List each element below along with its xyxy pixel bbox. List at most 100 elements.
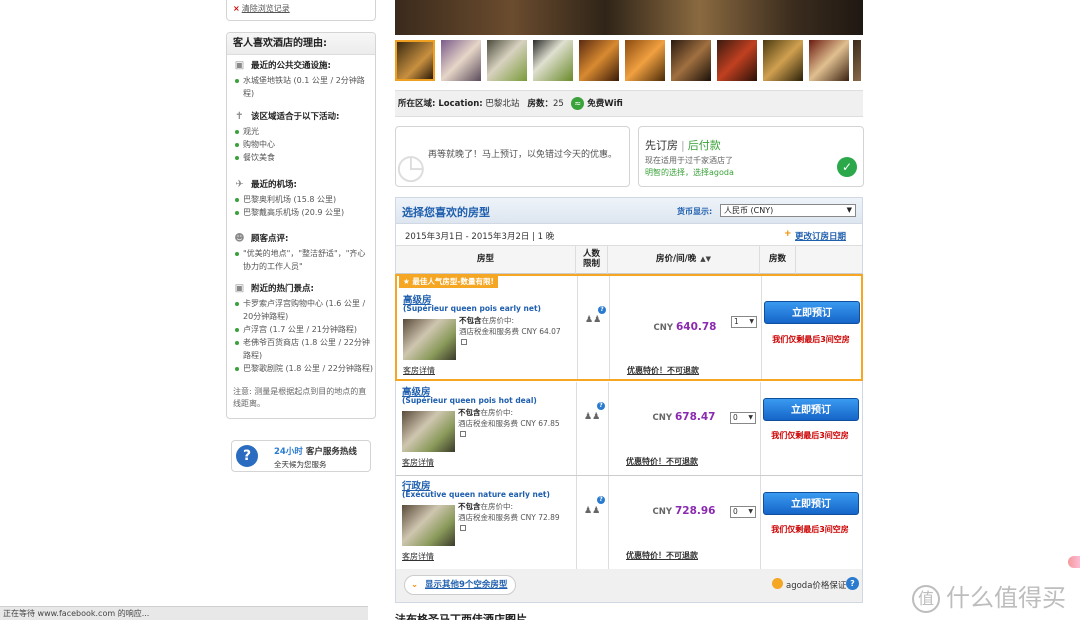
guarantee-icon	[772, 578, 783, 589]
availability-warning: 我们仅剩最后3间空房	[771, 525, 849, 534]
thumbnail[interactable]	[763, 40, 803, 81]
airport-section: ✈ 最近的机场: 巴黎奥利机场 (15.8 公里) 巴黎戴高乐机场 (20.9 公…	[233, 179, 373, 219]
room-price: 678.47	[674, 411, 716, 423]
browser-status-bar: 正在等待 www.facebook.com 的响应...	[0, 606, 368, 620]
camera-icon: ▣	[234, 283, 245, 294]
room-details-link[interactable]: 客房详情	[402, 457, 434, 468]
chevron-down-icon: ⌄	[411, 580, 419, 590]
sort-icon: ▲▼	[700, 255, 711, 263]
room-qty-select[interactable]: 0 ▼	[730, 412, 756, 424]
show-more-rooms-button[interactable]: ⌄ 显示其他9个空余房型	[404, 575, 517, 595]
table-row: 高级房 (Supérieur queen pois hot deal) 不包含在…	[396, 382, 862, 476]
car-icon: ▣	[234, 60, 245, 71]
clock-icon: ◷	[396, 147, 426, 187]
thumbnail[interactable]	[671, 40, 711, 81]
airplane-icon: ✈	[235, 179, 244, 190]
list-item: 购物中心	[233, 138, 373, 151]
terms-link[interactable]: 优惠特价！不可退款	[627, 365, 699, 376]
pay-later-promo: 先订房 | 后付款 现在适用于过千家酒店了 明智的选择，选择agoda ✓	[638, 126, 864, 187]
thumbnail[interactable]	[395, 40, 435, 81]
transport-section: ▣ 最近的公共交通设施: 水城堡地铁站 (0.1 公里 / 2分钟路程)	[233, 60, 373, 100]
room-photo[interactable]	[402, 411, 455, 452]
copy-icon	[461, 339, 467, 345]
thumbnail[interactable]	[717, 40, 757, 81]
book-now-button[interactable]: 立即预订	[764, 301, 860, 324]
two-guests-icon: ♟♟	[585, 315, 602, 325]
room-qty-select[interactable]: 0 ▼	[730, 506, 756, 518]
hotline-box[interactable]: ? 24小时 客户服务热线 全天候为您服务	[231, 440, 371, 472]
room-price: 640.78	[675, 321, 717, 333]
watermark: 值什么值得买	[912, 578, 1066, 613]
help-icon: ?	[236, 445, 258, 467]
book-now-button[interactable]: 立即预订	[763, 398, 859, 421]
list-item: 卢浮宫 (1.7 公里 / 21分钟路程)	[233, 323, 373, 336]
photos-section-title: 法布格圣马丁西佳酒店图片	[395, 613, 527, 620]
table-header: 房型 人数 限制 房价/间/晚 ▲▼ 房数	[396, 246, 862, 274]
room-photo[interactable]	[403, 319, 456, 360]
reasons-title: 客人喜欢酒店的理由:	[227, 33, 375, 55]
activities-section: ✝ 该区域适合于以下活动: 观光 购物中心 餐饮美食	[233, 111, 373, 164]
list-item: 餐饮美食	[233, 151, 373, 164]
table-row: 行政房 (Exécutive queen nature early net) 不…	[396, 476, 862, 570]
reviewer-icon: ☻	[234, 233, 245, 244]
photo-thumbnails	[395, 40, 865, 82]
room-details-link[interactable]: 客房详情	[402, 551, 434, 562]
room-qty-select[interactable]: 1 ▼	[731, 316, 757, 328]
wifi-icon: ≈	[571, 97, 585, 110]
copy-icon	[460, 525, 466, 531]
availability-warning: 我们仅剩最后3间空房	[772, 335, 850, 344]
attractions-section: ▣ 附近的热门景点: 卡罗索卢浮宫购物中心 (1.6 公里 / 20分钟路程) 卢…	[233, 283, 374, 373]
table-row: ★ 最佳人气房型-数量有限! 高级房 (Supérieur queen pois…	[395, 274, 863, 381]
signpost-icon: ✝	[235, 111, 244, 122]
currency-select[interactable]: 人民币 (CNY) ▼	[720, 204, 856, 217]
clear-history-link[interactable]: × 清除浏览记录	[233, 3, 290, 14]
room-selection-panel: 选择您喜欢的房型 货币显示: 人民币 (CNY) ▼ 2015年3月1日 - 20…	[395, 197, 863, 603]
list-item: "优美的地点"，"整洁舒适"，"齐心协力的工作人员"	[233, 247, 373, 273]
popular-badge: ★ 最佳人气房型-数量有限!	[399, 276, 498, 288]
thumbnail[interactable]	[533, 40, 573, 81]
list-item: 巴黎奥利机场 (15.8 公里)	[233, 193, 373, 206]
list-item: 卡罗索卢浮宫购物中心 (1.6 公里 / 20分钟路程)	[233, 297, 373, 323]
hotel-main-photo[interactable]	[395, 0, 863, 35]
list-item: 观光	[233, 125, 373, 138]
side-tab-icon[interactable]	[1068, 556, 1080, 568]
availability-warning: 我们仅剩最后3间空房	[771, 431, 849, 440]
terms-link[interactable]: 优惠特价！不可退款	[626, 456, 698, 467]
price-sort-header[interactable]: 房价/间/晚 ▲▼	[608, 246, 760, 274]
chevron-down-icon: ▼	[748, 414, 753, 421]
hotel-info-bar: 所在区域: Location: 巴黎北站 房数：25 ≈ 免费Wifi	[395, 90, 863, 117]
help-icon[interactable]: ?	[597, 402, 605, 410]
reasons-panel: 客人喜欢酒店的理由: ▣ 最近的公共交通设施: 水城堡地铁站 (0.1 公里 / …	[226, 32, 376, 419]
thumbnail[interactable]	[579, 40, 619, 81]
two-guests-icon: ♟♟	[584, 506, 601, 516]
thumbnail[interactable]	[625, 40, 665, 81]
check-icon: ✓	[837, 157, 857, 177]
stay-dates: 2015年3月1日 - 2015年3月2日 | 1 晚	[405, 232, 555, 242]
list-item: 老佛爷百货商店 (1.8 公里 / 22分钟路程)	[233, 336, 373, 362]
chevron-down-icon: ▼	[748, 508, 753, 515]
history-box: × 清除浏览记录	[226, 0, 376, 21]
thumbnail[interactable]	[853, 40, 861, 81]
chevron-down-icon: ▼	[846, 206, 852, 214]
close-icon: ×	[233, 4, 240, 13]
thumbnail[interactable]	[487, 40, 527, 81]
room-photo[interactable]	[402, 505, 455, 546]
thumbnail[interactable]	[809, 40, 849, 81]
chevron-down-icon: ▼	[749, 318, 754, 325]
change-dates-link[interactable]: 更改订房日期	[795, 230, 846, 242]
book-now-button[interactable]: 立即预订	[763, 492, 859, 515]
thumbnail[interactable]	[441, 40, 481, 81]
price-guarantee[interactable]: agoda价格保证	[786, 579, 846, 591]
plus-icon: +	[784, 229, 792, 239]
help-icon[interactable]: ?	[598, 306, 606, 314]
logo-icon: 值	[912, 585, 940, 613]
help-icon[interactable]: ?	[597, 496, 605, 504]
rooms-title: 选择您喜欢的房型	[402, 206, 490, 219]
urgency-notice: ◷ 再等就晚了！马上预订，以免错过今天的优惠。	[395, 126, 630, 187]
two-guests-icon: ♟♟	[584, 412, 601, 422]
help-icon[interactable]: ?	[846, 577, 859, 590]
room-details-link[interactable]: 客房详情	[403, 365, 435, 376]
copy-icon	[460, 431, 466, 437]
room-price: 728.96	[674, 505, 716, 517]
terms-link[interactable]: 优惠特价！不可退款	[626, 550, 698, 561]
